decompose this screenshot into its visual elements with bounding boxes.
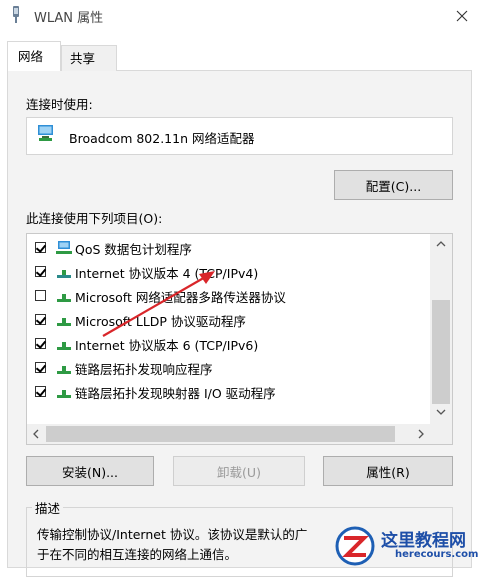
network-protocol-icon [57,366,71,374]
list-item-label: 链路层拓扑发现响应程序 [75,362,213,377]
list-item-label: QoS 数据包计划程序 [75,242,192,257]
list-item-label: 链路层拓扑发现映射器 I/O 驱动程序 [75,386,276,401]
watermark-logo-icon [335,526,375,566]
connect-using-label: 连接时使用: [26,97,93,112]
network-protocol-icon [57,294,71,302]
checkbox[interactable] [35,242,46,253]
adapter-name: Broadcom 802.11n 网络适配器 [69,131,255,146]
list-item[interactable]: QoS 数据包计划程序 [27,237,432,261]
close-icon [456,10,468,22]
configure-button[interactable]: 配置(C)... [334,170,453,200]
items-label: 此连接使用下列项目(O): [26,211,163,226]
network-protocol-icon [57,318,71,326]
uninstall-button[interactable]: 卸载(U) [173,456,305,486]
checkbox[interactable] [35,314,46,325]
scroll-right-icon[interactable] [417,429,425,439]
checkbox[interactable] [35,362,46,373]
network-protocol-icon [57,390,71,398]
vertical-scroll-thumb[interactable] [432,300,450,404]
list-item[interactable]: 链路层拓扑发现映射器 I/O 驱动程序 [27,381,432,405]
close-button[interactable] [445,2,479,30]
list-item[interactable]: Internet 协议版本 4 (TCP/IPv4) [27,261,432,285]
scroll-left-icon[interactable] [32,429,40,439]
checkbox[interactable] [35,266,46,277]
list-item[interactable]: 链路层拓扑发现响应程序 [27,357,432,381]
list-item[interactable]: Microsoft 网络适配器多路传送器协议 [27,285,432,309]
scroll-down-icon[interactable] [436,408,446,416]
checkbox[interactable] [35,386,46,397]
wlan-adapter-icon [13,6,19,23]
description-title: 描述 [32,498,64,517]
checkbox[interactable] [35,338,46,349]
annotation-arrow-icon [102,271,215,337]
tab-sharing[interactable]: 共享 [61,45,117,71]
watermark-title: 这里教程网 [381,531,466,551]
scroll-up-icon[interactable] [436,240,446,248]
tab-network[interactable]: 网络 [7,41,61,71]
network-protocol-icon [57,270,71,278]
window-title: WLAN 属性 [34,11,104,26]
network-protocol-icon [57,342,71,350]
qos-icon [56,241,72,254]
site-watermark: 这里教程网 herecours.com [333,524,479,568]
properties-button[interactable]: 属性(R) [323,456,453,486]
network-adapter-icon [38,125,53,141]
horizontal-scroll-thumb[interactable] [46,426,395,442]
components-list[interactable]: QoS 数据包计划程序 Internet 协议版本 4 (TCP/IPv4) M… [26,233,453,445]
list-item[interactable]: Microsoft LLDP 协议驱动程序 [27,309,432,333]
watermark-url: herecours.com [395,549,479,560]
checkbox[interactable] [35,290,46,301]
list-item[interactable]: Internet 协议版本 6 (TCP/IPv6) [27,333,432,357]
scrollbar-corner [430,424,452,444]
install-button[interactable]: 安装(N)... [26,456,154,486]
